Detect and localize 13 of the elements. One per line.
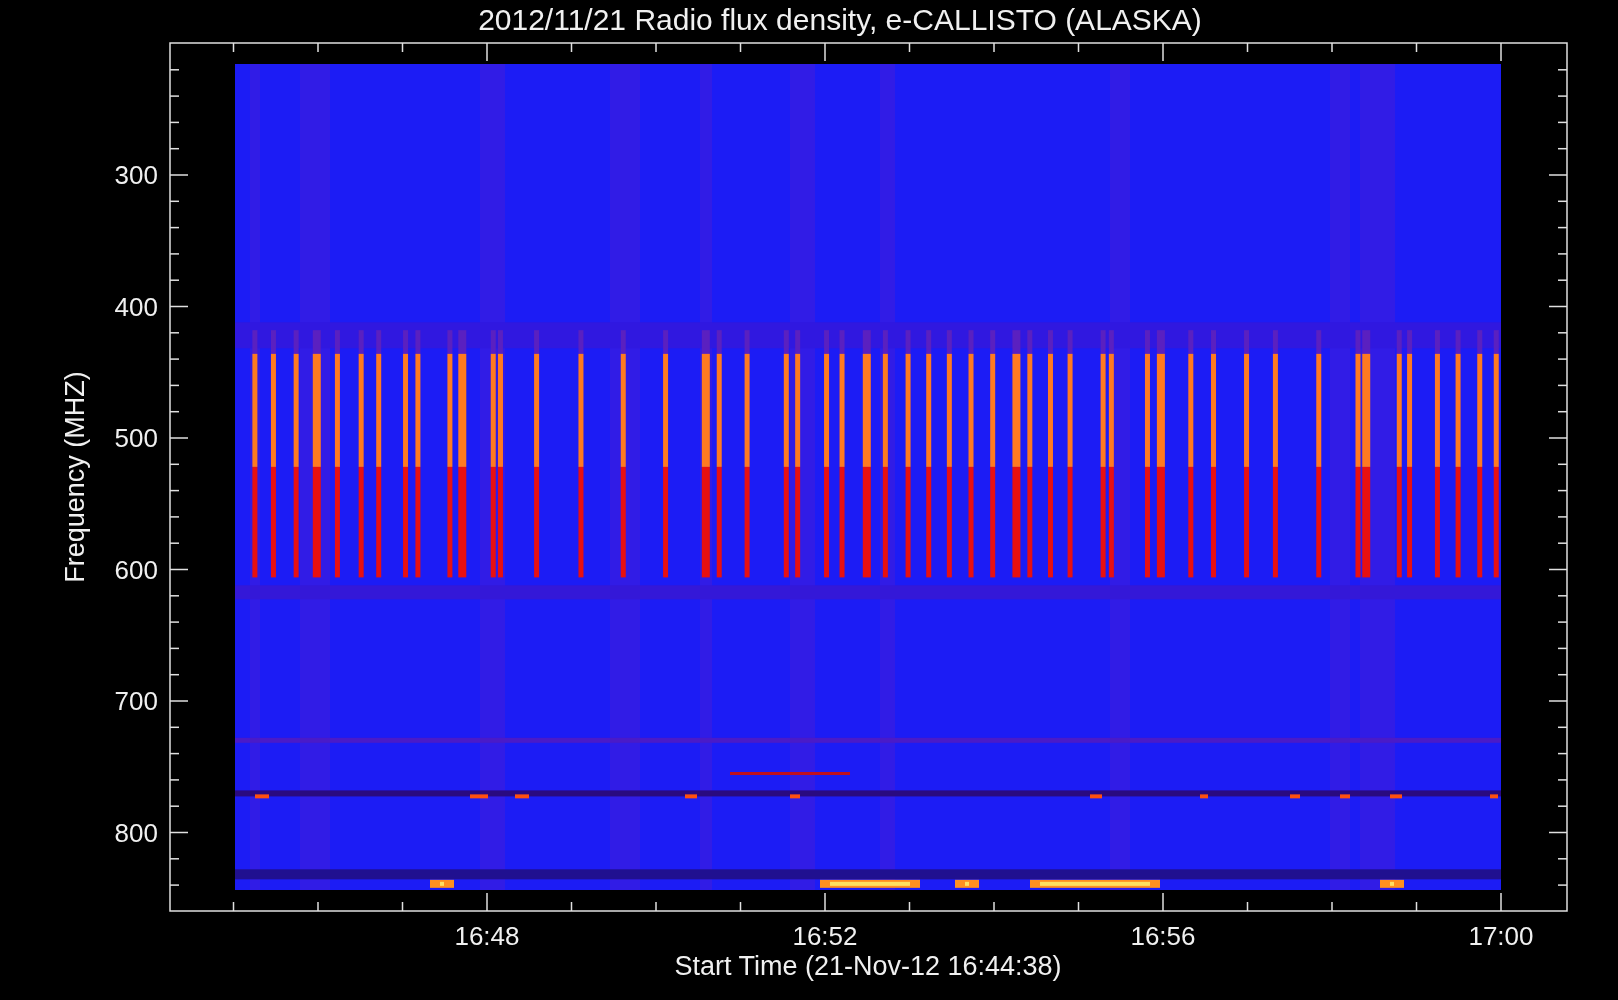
axis-tick-label: 300 — [114, 160, 158, 190]
axis-tick-label: 600 — [114, 554, 158, 585]
axis-tick-label: 400 — [114, 291, 158, 322]
axis-tick-label: 17:00 — [1468, 921, 1534, 951]
axis-tick-label: 16:48 — [454, 921, 520, 951]
axis-title: Start Time (21-Nov-12 16:44:38) — [674, 951, 1062, 981]
axis-tick-label: 700 — [114, 686, 158, 716]
axis-title: Frequency (MHZ) — [60, 371, 90, 583]
chart-title: 2012/11/21 Radio flux density, e-CALLISTO (ALASKA) — [478, 3, 1202, 36]
axis-tick-label: 16:56 — [1130, 921, 1196, 951]
axis-tick-label: 500 — [114, 423, 158, 453]
axis-tick-label: 800 — [114, 817, 158, 848]
axis-tick-label: 16:52 — [792, 921, 858, 951]
